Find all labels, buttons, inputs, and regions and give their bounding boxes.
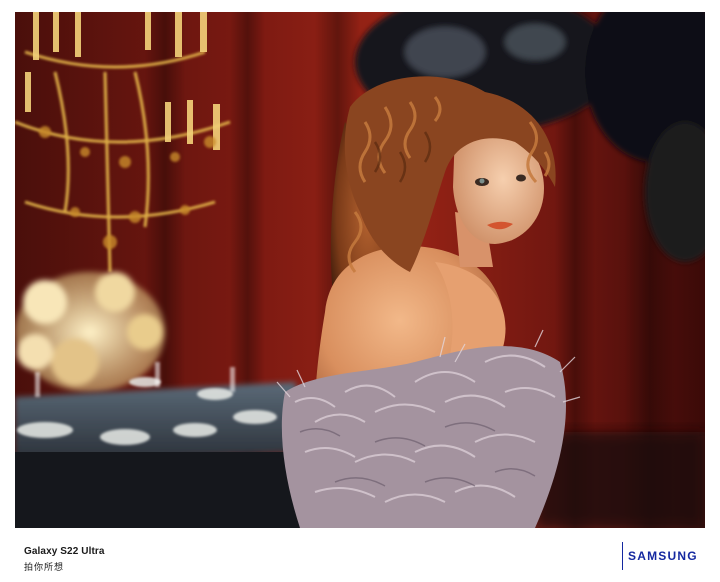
footer-bar: Galaxy S22 Ultra 拍你所想 SAMSUNG	[0, 528, 720, 582]
tagline: 拍你所想	[24, 562, 65, 572]
hero-photo	[15, 12, 705, 528]
samsung-logo: SAMSUNG	[628, 549, 698, 563]
hero-photo-illustration	[15, 12, 705, 528]
product-name: Galaxy S22 Ultra	[24, 546, 105, 557]
divider	[622, 542, 623, 570]
